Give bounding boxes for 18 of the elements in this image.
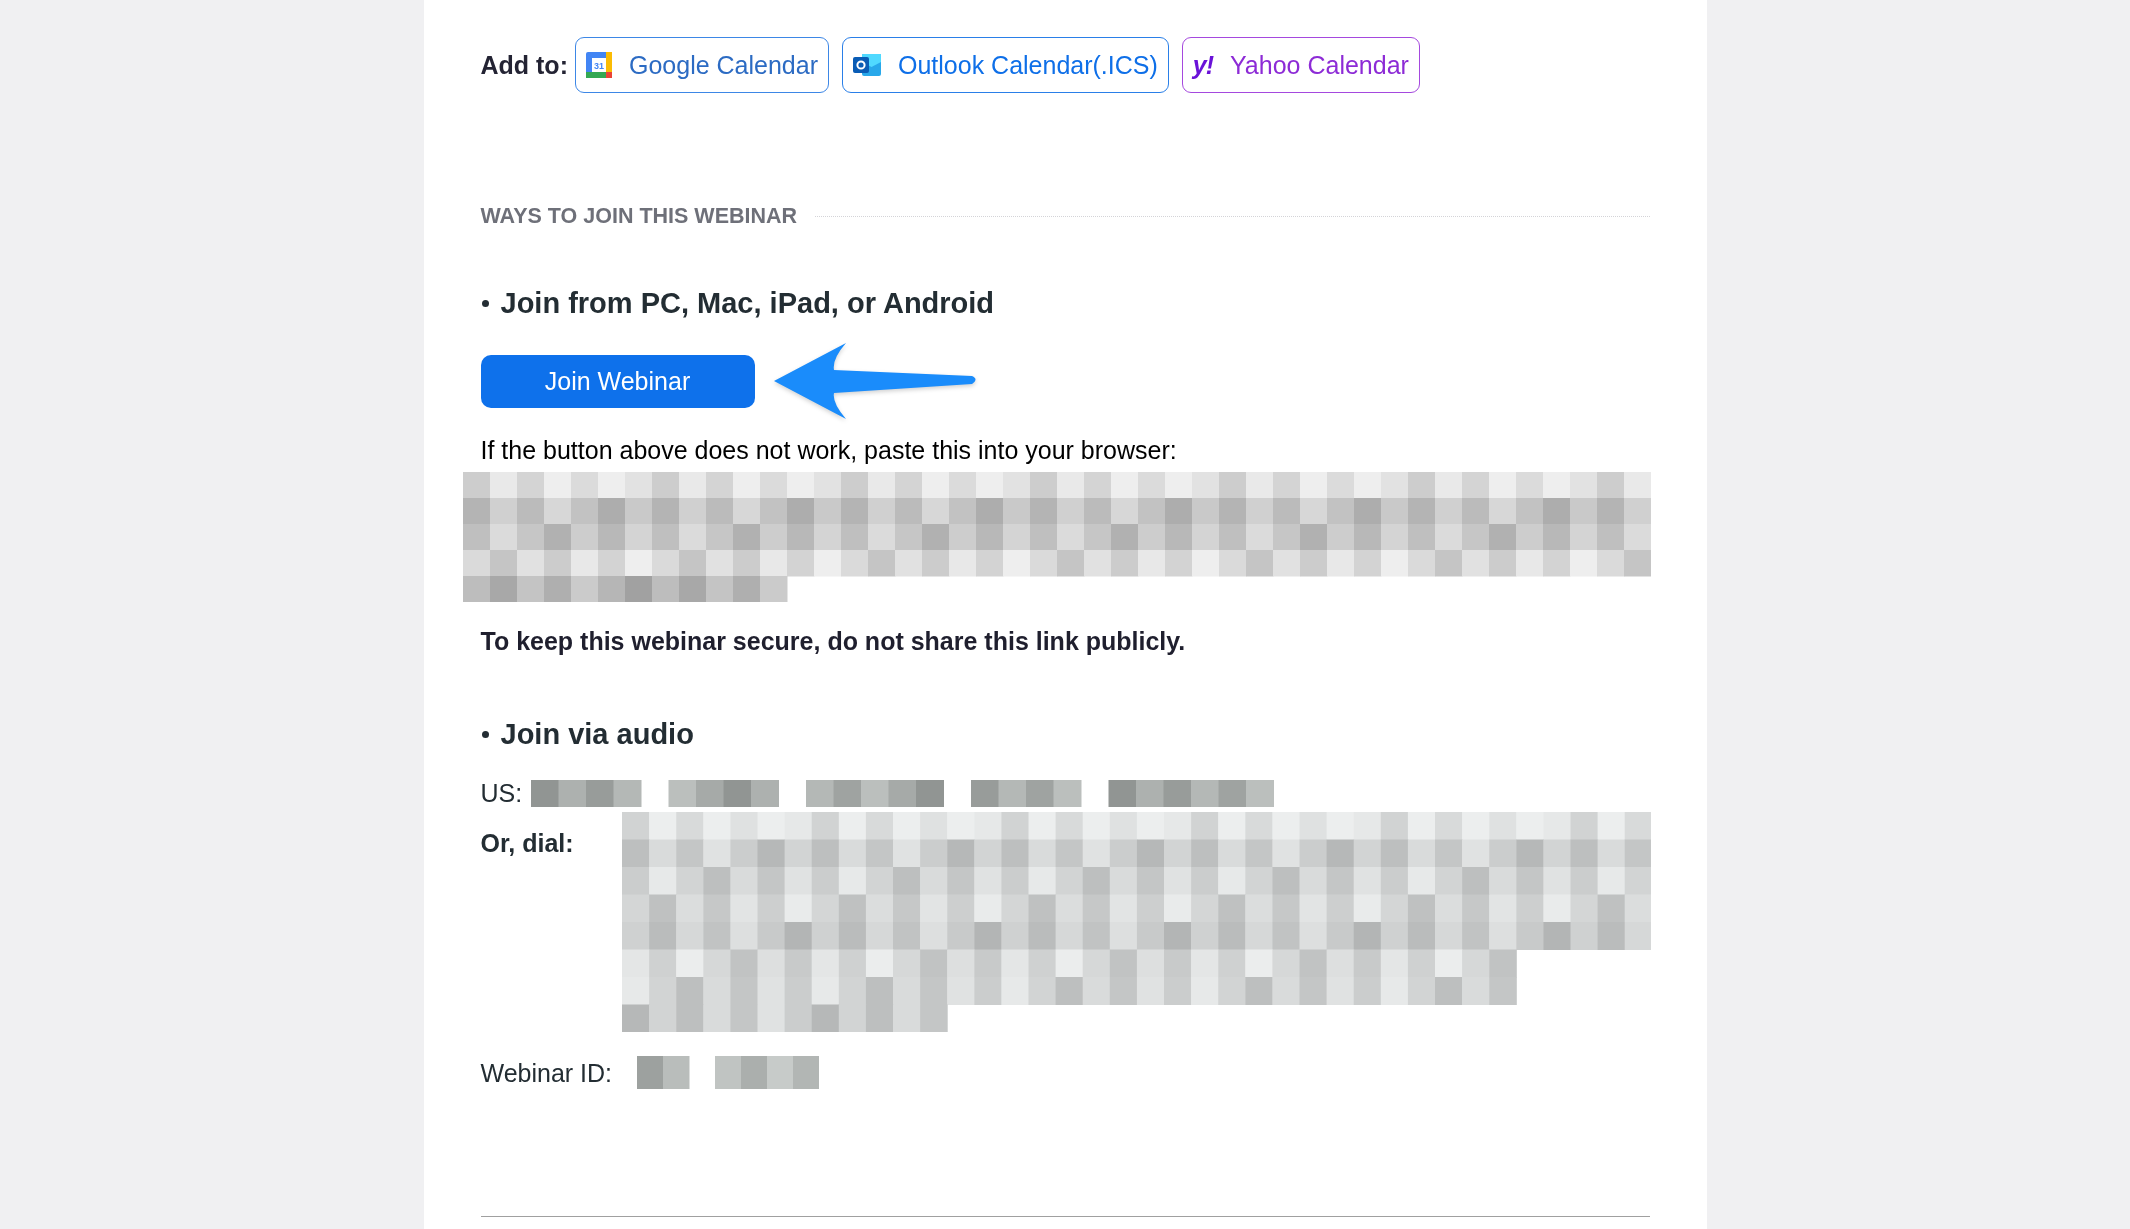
join-webinar-button[interactable]: Join Webinar [480, 354, 755, 408]
add-to-label: Add to: [480, 50, 568, 80]
calendar-icon: 31 [585, 52, 612, 78]
webinar-id-label: Webinar ID: [480, 1058, 614, 1087]
option-title: Join via audio [500, 717, 694, 751]
add-calendar-button[interactable]: Outlook Calendar(.ICS) [842, 37, 1169, 93]
add-calendar-button[interactable]: 31 Google Calendar [574, 37, 829, 93]
security-notice: To keep this webinar secure, do not share this link publicly. [480, 627, 1187, 655]
option-title: Join from PC, Mac, iPad, or Android [500, 286, 995, 320]
fallback-text: If the button above does not work, paste this into your browser: [480, 436, 1178, 464]
bullet-icon [481, 299, 489, 307]
bullet-icon [481, 730, 489, 738]
phone-label: US: [480, 779, 523, 807]
add-calendar-button[interactable]: y! Yahoo Calendar [1181, 37, 1420, 93]
mail-app-icon [853, 53, 881, 77]
section-heading: WAYS TO JOIN THIS WEBINAR [480, 203, 798, 229]
dial-label: Or, dial: [480, 828, 575, 857]
yahoo-logo-icon: y! [1192, 52, 1214, 78]
